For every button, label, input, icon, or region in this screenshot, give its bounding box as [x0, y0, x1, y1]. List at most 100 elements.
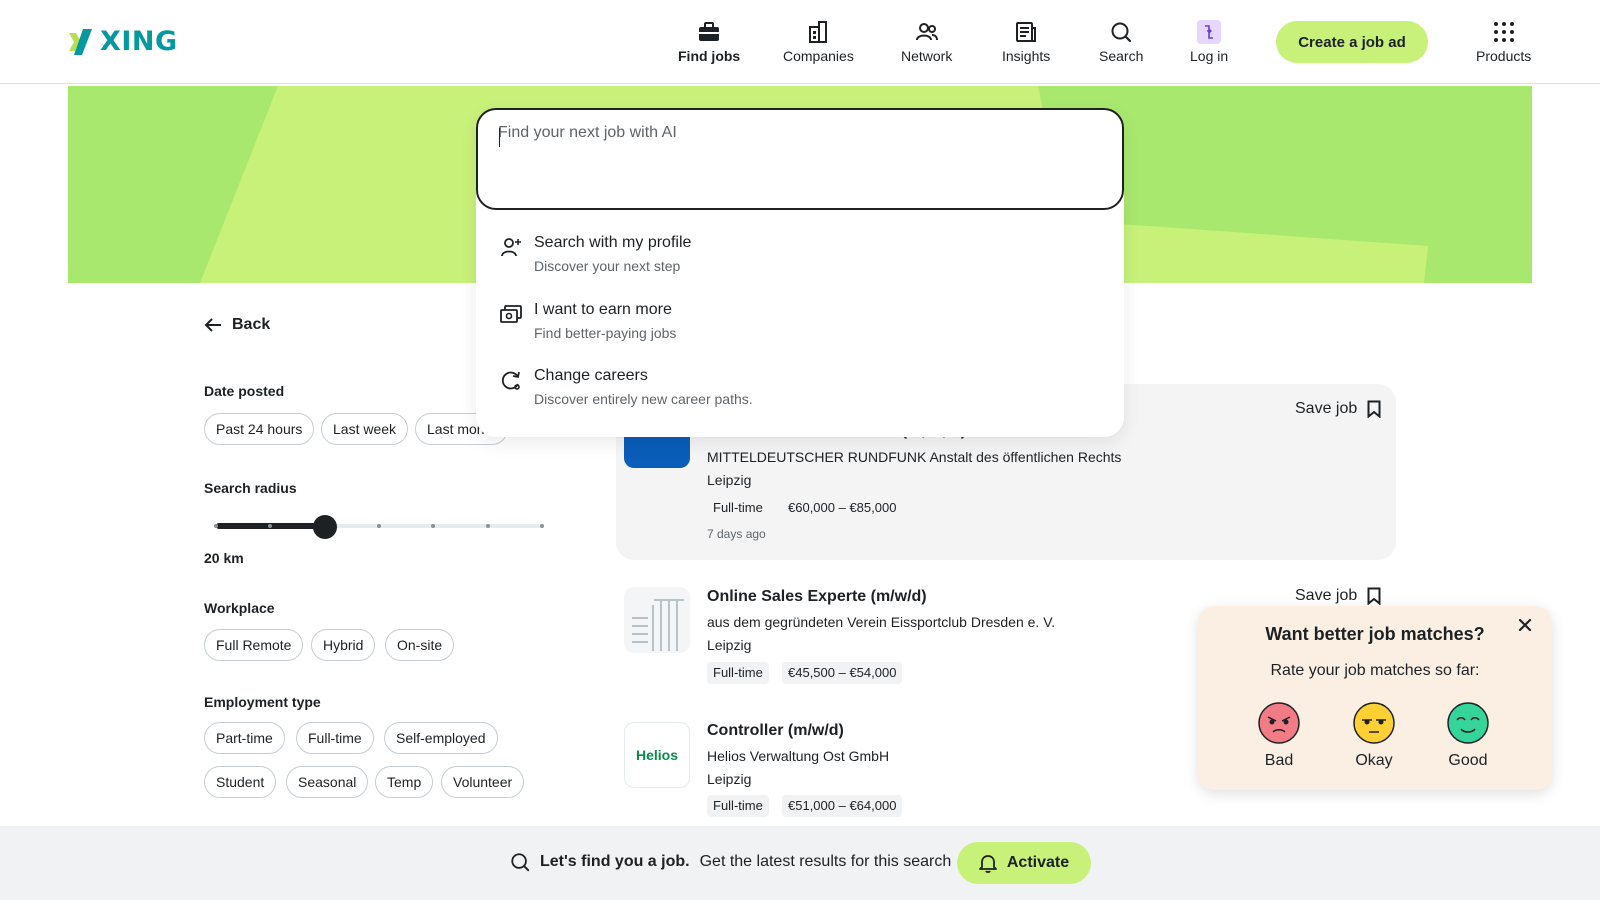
- bookmark-icon: [1367, 587, 1381, 605]
- activate-label: Activate: [1006, 854, 1070, 871]
- tag-employment-type: Full-time: [707, 497, 769, 519]
- ai-search-box[interactable]: [476, 108, 1124, 210]
- job-company: Helios Verwaltung Ost GmbH: [707, 748, 890, 764]
- job-title[interactable]: Online Sales Experte (m/w/d): [707, 588, 927, 606]
- suggestion-search-with-profile[interactable]: Search with my profile Discover your nex…: [500, 234, 1100, 292]
- nav-insights-label: Insights: [1002, 48, 1051, 64]
- suggestion-title: Search with my profile: [534, 234, 692, 251]
- nav-insights[interactable]: Insights: [1002, 20, 1050, 64]
- neutral-face-icon: [1353, 702, 1395, 744]
- chip-full-time[interactable]: Full-time: [296, 722, 374, 754]
- nav-network[interactable]: Network: [901, 20, 952, 64]
- rating-okay-label: Okay: [1355, 752, 1393, 769]
- rating-good-button[interactable]: Good: [1438, 702, 1498, 770]
- chip-seasonal[interactable]: Seasonal: [286, 766, 369, 798]
- suggestion-title: I want to earn more: [534, 301, 672, 318]
- chip-last-week[interactable]: Last week: [321, 413, 409, 445]
- close-icon[interactable]: [1518, 618, 1532, 632]
- suggestion-subtitle: Discover entirely new career paths.: [534, 391, 753, 407]
- helios-logo-text: Helios: [635, 747, 678, 763]
- rating-bad-button[interactable]: Bad: [1249, 702, 1309, 770]
- slider-step-dot: [214, 524, 218, 528]
- article-icon: [1016, 20, 1037, 44]
- job-location: Leipzig: [707, 637, 752, 653]
- rating-okay-button[interactable]: Okay: [1344, 702, 1404, 770]
- job-company: aus dem gegründeten Verein Eissportclub …: [707, 614, 1056, 630]
- people-icon: [915, 20, 938, 44]
- rating-subtitle: Rate your job matches so far:: [1270, 662, 1480, 679]
- refresh-arrow-icon: [501, 371, 520, 390]
- money-icon: [500, 305, 522, 323]
- job-alert-text: Let's find you a job. Get the latest res…: [510, 852, 951, 872]
- nav-login[interactable]: Log in: [1190, 20, 1228, 64]
- chip-on-site[interactable]: On-site: [385, 629, 455, 661]
- suggestion-change-careers[interactable]: Change careers Discover entirely new car…: [500, 367, 1100, 425]
- slider-step-dot: [377, 524, 381, 528]
- nav-find-jobs[interactable]: Find jobs: [678, 20, 740, 64]
- bookmark-icon: [1367, 400, 1381, 418]
- workplace-label: Workplace: [204, 600, 275, 616]
- save-job-button[interactable]: Save job: [1295, 400, 1381, 418]
- bell-icon: [978, 855, 997, 873]
- job-match-rating-popup: Want better job matches? Rate your job m…: [1198, 606, 1552, 790]
- company-logo: [624, 587, 690, 653]
- job-company: MITTELDEUTSCHER RUNDFUNK Anstalt des öff…: [707, 449, 1122, 465]
- suggestion-earn-more[interactable]: I want to earn more Find better-paying j…: [500, 301, 1100, 359]
- suggestion-title: Change careers: [534, 367, 648, 384]
- text-cursor: [499, 128, 500, 147]
- save-job-button[interactable]: Save job: [1295, 587, 1381, 605]
- employment-type-label: Employment type: [204, 694, 321, 710]
- nav-products[interactable]: Products: [1476, 20, 1531, 64]
- search-radius-slider[interactable]: [214, 515, 544, 539]
- nav-network-label: Network: [901, 48, 953, 64]
- briefcase-icon: [698, 20, 720, 44]
- xing-logo-icon: [69, 28, 92, 55]
- xing-logo[interactable]: XING: [68, 26, 178, 57]
- activate-button[interactable]: Activate: [957, 842, 1091, 884]
- rating-title: Want better job matches?: [1265, 624, 1485, 644]
- slider-thumb[interactable]: [312, 515, 337, 539]
- tag-salary: €60,000 – €85,000: [782, 497, 903, 519]
- save-job-label: Save job: [1295, 400, 1358, 417]
- slider-step-dot: [540, 524, 544, 528]
- building-icon: [808, 20, 828, 44]
- nav-search[interactable]: Search: [1099, 20, 1143, 64]
- sad-face-icon: [1258, 702, 1300, 744]
- suggestion-subtitle: Find better-paying jobs: [534, 325, 677, 341]
- chip-past-24-hours[interactable]: Past 24 hours: [204, 413, 315, 445]
- nav-products-label: Products: [1476, 48, 1532, 64]
- building-placeholder-icon: [632, 599, 684, 651]
- chip-full-remote[interactable]: Full Remote: [204, 629, 304, 661]
- search-radius-value: 20 km: [204, 550, 244, 566]
- job-alert-desc: Get the latest results for this search: [699, 853, 952, 870]
- job-alert-bar: Let's find you a job. Get the latest res…: [0, 826, 1600, 900]
- chip-volunteer[interactable]: Volunteer: [441, 766, 525, 798]
- nav-search-label: Search: [1099, 48, 1144, 64]
- date-posted-label: Date posted: [204, 383, 285, 399]
- ai-search-input[interactable]: [498, 124, 1098, 194]
- nav-find-jobs-label: Find jobs: [678, 48, 741, 64]
- job-location: Leipzig: [707, 472, 752, 488]
- rating-good-label: Good: [1448, 752, 1488, 769]
- job-title[interactable]: Controller (m/w/d): [707, 722, 844, 740]
- grid-dots-icon: [1493, 20, 1515, 44]
- happy-face-icon: [1447, 702, 1489, 744]
- ai-search-panel: Search with my profile Discover your nex…: [476, 108, 1124, 437]
- logo-text: XING: [100, 26, 178, 57]
- back-link[interactable]: Back: [204, 316, 270, 334]
- search-radius-label: Search radius: [204, 480, 297, 496]
- chip-hybrid[interactable]: Hybrid: [311, 629, 376, 661]
- tag-salary: €51,000 – €64,000: [782, 795, 903, 817]
- chip-temp[interactable]: Temp: [375, 766, 434, 798]
- nav-companies[interactable]: Companies: [783, 20, 854, 64]
- back-label: Back: [232, 316, 271, 333]
- job-alert-bold: Let's find you a job.: [540, 853, 690, 870]
- chip-part-time[interactable]: Part-time: [204, 722, 285, 754]
- job-location: Leipzig: [707, 771, 752, 787]
- create-job-ad-button[interactable]: Create a job ad: [1276, 21, 1428, 63]
- chip-self-employed[interactable]: Self-employed: [384, 722, 498, 754]
- login-icon: [1197, 20, 1222, 44]
- chip-student[interactable]: Student: [204, 766, 277, 798]
- search-icon: [1110, 20, 1132, 44]
- job-posted-date: 7 days ago: [707, 527, 766, 541]
